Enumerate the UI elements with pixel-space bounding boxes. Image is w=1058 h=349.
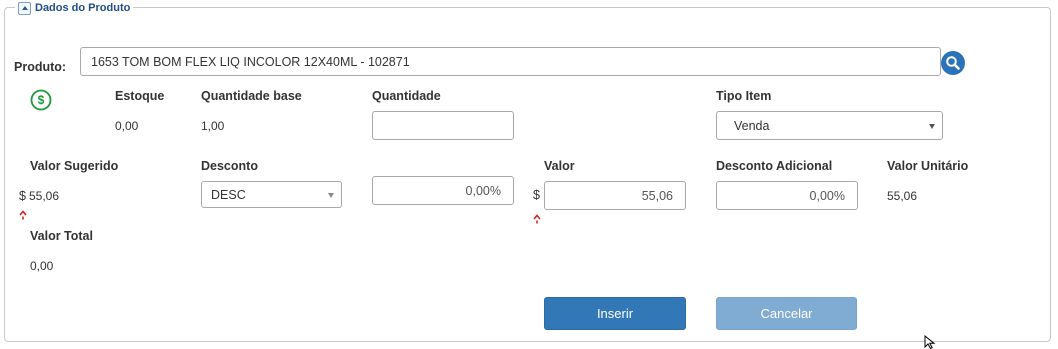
valor-input[interactable]: 55,06 bbox=[544, 181, 686, 210]
search-icon[interactable] bbox=[941, 51, 965, 75]
inserir-button[interactable]: Inserir bbox=[544, 297, 686, 330]
up-arrow-icon bbox=[19, 210, 27, 220]
cancelar-button[interactable]: Cancelar bbox=[716, 297, 857, 330]
up-arrow-icon bbox=[533, 214, 541, 224]
desconto-selected: DESC bbox=[211, 187, 246, 202]
estoque-value: 0,00 bbox=[115, 119, 139, 133]
tipo-item-select[interactable]: Venda bbox=[716, 111, 943, 140]
quantidade-base-label: Quantidade base bbox=[201, 89, 302, 103]
valor-total-value: 0,00 bbox=[30, 259, 54, 273]
valor-sugerido-value: 55,06 bbox=[29, 189, 60, 203]
produto-label: Produto: bbox=[14, 60, 67, 74]
quantidade-label: Quantidade bbox=[372, 89, 441, 103]
valor-currency: $ bbox=[533, 188, 540, 202]
desconto-label: Desconto bbox=[201, 159, 258, 173]
valor-total-label: Valor Total bbox=[30, 229, 93, 243]
valor-unitario-value: 55,06 bbox=[887, 189, 918, 203]
desconto-select[interactable]: DESC bbox=[201, 181, 342, 208]
chevron-down-icon bbox=[328, 192, 334, 198]
produto-input[interactable]: 1653 TOM BOM FLEX LIQ INCOLOR 12X40ML - … bbox=[80, 47, 941, 76]
svg-text:$: $ bbox=[38, 93, 45, 107]
mouse-cursor-icon bbox=[924, 335, 936, 349]
valor-unitario-label: Valor Unitário bbox=[887, 159, 969, 173]
valor-sugerido-currency: $ bbox=[19, 189, 26, 203]
tipo-item-label: Tipo Item bbox=[716, 89, 772, 103]
valor-sugerido-label: Valor Sugerido bbox=[30, 159, 119, 173]
estoque-label: Estoque bbox=[115, 89, 165, 103]
valor-label: Valor bbox=[544, 159, 575, 173]
quantidade-base-value: 1,00 bbox=[201, 119, 225, 133]
quantidade-input[interactable] bbox=[372, 111, 514, 140]
desconto-percent-input[interactable]: 0,00% bbox=[372, 176, 514, 205]
dollar-circle-icon: $ bbox=[30, 89, 52, 111]
section-title: Dados do Produto bbox=[35, 2, 131, 14]
collapse-toggle-icon[interactable] bbox=[18, 1, 31, 15]
section-legend[interactable]: Dados do Produto bbox=[15, 0, 134, 16]
desconto-adicional-label: Desconto Adicional bbox=[716, 159, 833, 173]
tipo-item-selected: Venda bbox=[734, 118, 770, 133]
desconto-adicional-input[interactable]: 0,00% bbox=[716, 181, 858, 210]
chevron-down-icon bbox=[929, 123, 935, 129]
produto-value: 1653 TOM BOM FLEX LIQ INCOLOR 12X40ML - … bbox=[91, 54, 410, 69]
